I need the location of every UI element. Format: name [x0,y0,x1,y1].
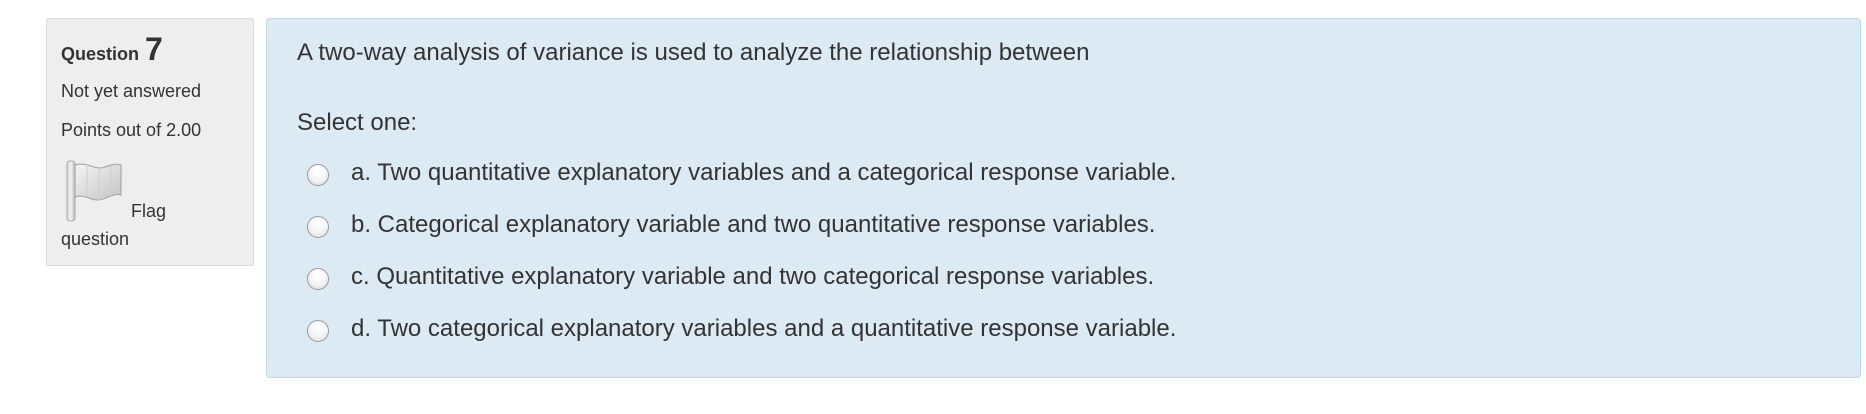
question-text: A two-way analysis of variance is used t… [297,39,1090,66]
question-label: Question [61,44,140,64]
flag-label[interactable]: Flag [131,201,166,222]
option-c[interactable]: c. Quantitative explanatory variable and… [297,251,1860,303]
radio-button-c[interactable] [307,268,329,290]
select-one-prompt: Select one: [297,109,418,136]
question-state: Not yet answered [61,81,202,101]
radio-button-d[interactable] [307,320,329,342]
option-d-label[interactable]: d. Two categorical explanatory variables… [351,315,1176,343]
option-a-label[interactable]: a. Two quantitative explanatory variable… [351,159,1176,187]
option-d[interactable]: d. Two categorical explanatory variables… [297,303,1860,355]
option-b[interactable]: b. Categorical explanatory variable and … [297,199,1860,251]
option-a[interactable]: a. Two quantitative explanatory variable… [297,147,1860,199]
option-b-label[interactable]: b. Categorical explanatory variable and … [351,211,1155,239]
question-content-panel: A two-way analysis of variance is used t… [266,18,1861,378]
question-number-line: Question 7 [61,33,253,65]
radio-button-b[interactable] [307,216,329,238]
question-info-panel: Question 7 Not yet answered Points out o… [46,18,254,266]
flag-label-question[interactable]: question [61,229,129,250]
answer-options: a. Two quantitative explanatory variable… [297,147,1860,355]
question-number: 7 [145,31,163,67]
flag-icon[interactable] [65,159,125,223]
radio-button-a[interactable] [307,164,329,186]
option-c-label[interactable]: c. Quantitative explanatory variable and… [351,263,1154,291]
flag-question-toggle[interactable]: Flag question [61,159,253,261]
question-grade: Points out of 2.00 [61,120,202,140]
